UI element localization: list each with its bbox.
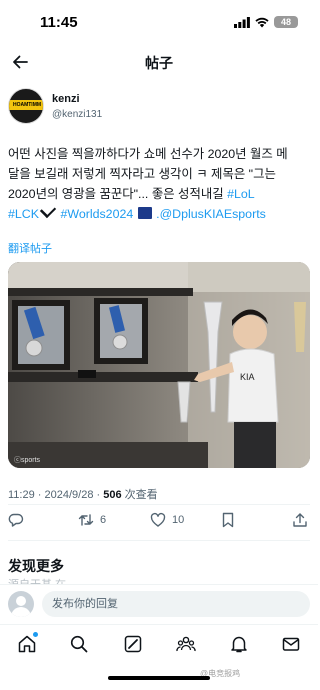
divider <box>8 540 310 541</box>
check-emoji-icon <box>39 201 57 219</box>
like-button[interactable]: 10 <box>150 512 184 528</box>
search-icon <box>70 635 88 653</box>
share-icon <box>293 513 307 527</box>
bookmark-button[interactable] <box>220 512 236 528</box>
discover-subtext: 源自于基 在 <box>8 576 66 584</box>
avatar[interactable]: HOAMTIMM <box>8 88 44 124</box>
tweet-line-3: 2020년의 영광을 꿈꾼다"... 좋은 성적내길 #LoL <box>8 184 312 204</box>
bookmark-icon <box>222 512 234 528</box>
photo-illustration: KIA ⓒsports <box>8 262 310 468</box>
mail-icon <box>282 637 300 651</box>
home-icon <box>18 635 36 653</box>
tweet-line-3-text: 2020년의 영광을 꿈꾼다"... 좋은 성적내길 <box>8 187 228 201</box>
tweet-text: 어떤 사진을 찍을까하다가 쇼메 선수가 2020년 월즈 메 달을 보길래 저… <box>8 144 312 224</box>
tab-messages[interactable] <box>280 633 302 655</box>
mention-dplus[interactable]: .@DplusKIAEsports <box>156 207 266 221</box>
retweet-button[interactable]: 6 <box>78 512 106 528</box>
wifi-icon <box>255 17 269 27</box>
tab-communities[interactable] <box>175 633 197 655</box>
divider <box>8 504 310 505</box>
heart-icon <box>150 512 166 527</box>
tab-home[interactable] <box>16 632 38 655</box>
author-handle[interactable]: @kenzi131 <box>52 109 102 120</box>
user-avatar[interactable] <box>8 591 34 617</box>
bell-icon <box>231 636 247 653</box>
tab-grok[interactable] <box>122 633 144 655</box>
tweet-author[interactable]: HOAMTIMM kenzi @kenzi131 <box>8 88 308 128</box>
tweet-time: 11:29 <box>8 489 35 501</box>
battery-level: 48 <box>280 17 291 27</box>
tweet-date: 2024/9/28 <box>44 489 94 501</box>
hashtag-worlds[interactable]: #Worlds2024 <box>60 207 133 221</box>
hashtag-lol[interactable]: #LoL <box>227 187 255 201</box>
signal-icon <box>234 16 250 28</box>
discover-heading: 发现更多 <box>8 558 64 574</box>
avatar-logo: HOAMTIMM <box>9 100 43 110</box>
view-label: 次查看 <box>124 489 158 501</box>
tweet-line-2: 달을 보길래 저렇게 찍자라고 생각이 ㅋ 제목은 "그는 <box>8 167 276 181</box>
status-time: 11:45 <box>40 14 78 31</box>
reply-button[interactable] <box>8 512 24 528</box>
grok-icon <box>124 635 142 653</box>
tab-notifications[interactable] <box>228 633 250 655</box>
author-name[interactable]: kenzi <box>52 93 80 105</box>
notification-dot <box>33 632 38 637</box>
battery-icon: 48 <box>274 16 298 28</box>
share-button[interactable] <box>292 512 308 528</box>
reply-bar: 发布你的回复 <box>0 584 318 624</box>
tab-search[interactable] <box>68 633 90 655</box>
tweet-actions: 6 10 <box>8 510 310 532</box>
svg-text:KIA: KIA <box>240 372 255 382</box>
status-icons: 48 <box>234 16 298 28</box>
people-icon <box>176 636 196 652</box>
photo-credit: ⓒsports <box>14 456 41 464</box>
tweet-meta: 11:29 · 2024/9/28 · 506 次查看 <box>8 489 158 501</box>
tweet-line-4: #LCK #Worlds2024 .@DplusKIAEsports <box>8 201 312 224</box>
reply-icon <box>8 513 24 527</box>
retweet-count: 6 <box>100 514 107 526</box>
tweet-line-1: 어떤 사진을 찍을까하다가 쇼메 선수가 2020년 월즈 메 <box>8 147 288 161</box>
nav-bar: 帖子 <box>0 44 318 80</box>
home-indicator[interactable] <box>108 676 210 680</box>
translate-link[interactable]: 翻译帖子 <box>8 240 52 256</box>
reply-input[interactable]: 发布你的回复 <box>42 591 310 617</box>
page-title: 帖子 <box>145 55 173 71</box>
user-icon <box>11 596 31 617</box>
status-bar: 11:45 48 <box>0 0 318 44</box>
flag-emoji-icon <box>137 207 152 219</box>
view-count: 506 <box>103 489 122 501</box>
like-count: 10 <box>172 514 185 526</box>
tab-bar <box>0 624 318 662</box>
tweet-photo[interactable]: KIA ⓒsports <box>8 262 310 468</box>
retweet-icon <box>78 514 94 526</box>
hashtag-lck[interactable]: #LCK <box>8 207 39 221</box>
